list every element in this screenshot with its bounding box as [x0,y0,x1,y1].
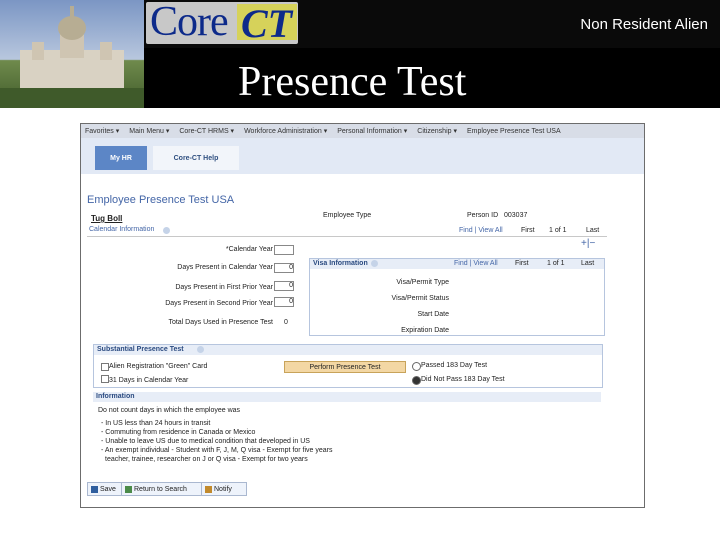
visa-section-label: Visa Information [313,260,368,267]
crumb-workforce[interactable]: Workforce Administration ▾ [240,127,331,135]
crumb-page: Employee Presence Test USA [466,127,561,135]
tab-my-hr[interactable]: My HR [95,146,147,170]
screenshot-panel: Favorites ▾ Main Menu ▾ Core-CT HRMS ▾ W… [80,123,645,508]
save-label: Save [100,485,116,493]
visa-type-label: Visa/Permit Type [396,279,449,286]
capitol-image [0,0,144,108]
start-date-label: Start Date [417,311,449,318]
total-days-value: 0 [284,319,288,326]
days-first-prior-label: Days Present in First Prior Year [175,284,273,291]
days-second-prior-value: 0 [289,298,293,305]
topic-label: Non Resident Alien [580,16,708,33]
visa-page: 1 of 1 [547,260,565,267]
notify-button[interactable]: Notify [201,482,247,496]
days-calendar-input[interactable]: 0 [274,263,294,273]
return-to-search-button[interactable]: Return to Search [121,482,203,496]
slide-title: Presence Test [238,59,467,105]
visa-section: Visa Information [309,258,605,336]
green-card-label: Alien Registration "Green" Card [109,363,208,370]
notify-label: Notify [214,485,232,493]
save-icon [91,485,98,493]
days31-label: 31 Days in Calendar Year [109,377,189,384]
person-id-value: 003037 [504,212,528,219]
calendar-page: 1 of 1 [549,227,567,234]
add-row-icon[interactable]: +|− [581,238,595,249]
return-icon [125,485,132,493]
days-second-prior-label: Days Present in Second Prior Year [165,300,273,307]
tab-bar: My HR Core-CT Help [81,138,644,174]
substantial-label: Substantial Presence Test [97,346,184,353]
information-label: Information [96,393,135,400]
not-passed-radio[interactable] [412,376,421,385]
visa-first[interactable]: First [515,260,529,267]
notify-icon [205,485,212,493]
crumb-hrms[interactable]: Core-CT HRMS ▾ [175,127,238,135]
calendar-find[interactable]: Find | View All [459,227,503,234]
days-second-prior-input[interactable]: 0 [274,297,294,307]
visa-find[interactable]: Find | View All [454,260,498,267]
save-button[interactable]: Save [87,482,123,496]
tab-core-ct-help[interactable]: Core-CT Help [153,146,239,170]
passed-label: Passed 183 Day Test [421,362,488,369]
substantial-header: Substantial Presence Test [94,345,602,355]
calendar-first[interactable]: First [521,227,535,234]
calendar-section-label: Calendar Information [89,226,155,233]
person-id-label: Person ID [467,212,499,219]
substantial-help-icon[interactable] [197,346,204,353]
crumb-main-menu[interactable]: Main Menu ▾ [125,127,173,135]
calendar-year-label: *Calendar Year [225,246,273,253]
employee-name: Tug Boll [91,214,123,223]
page-title: Employee Presence Test USA [87,194,235,206]
info-line-2: - Commuting from residence in Canada or … [101,429,256,436]
calendar-last[interactable]: Last [586,227,599,234]
employee-type-label: Employee Type [323,212,372,219]
days-first-prior-value: 0 [289,282,293,289]
visa-last[interactable]: Last [581,260,594,267]
help-icon[interactable] [163,227,170,234]
crumb-personal[interactable]: Personal Information ▾ [333,127,411,135]
days-calendar-label: Days Present in Calendar Year [177,264,273,271]
logo-core-text: Core [150,0,229,45]
crumb-favorites[interactable]: Favorites ▾ [81,127,123,135]
perform-test-button[interactable]: Perform Presence Test [284,361,406,373]
info-line-1: - In US less than 24 hours in transit [101,420,211,427]
information-intro: Do not count days in which the employee … [98,407,241,414]
logo-ct-box: CT [237,1,297,46]
days-calendar-value: 0 [289,264,293,271]
info-line-3: - Unable to leave US due to medical cond… [101,438,310,445]
return-label: Return to Search [134,485,187,493]
calendar-rule [87,236,607,237]
expiration-date-label: Expiration Date [401,327,449,334]
info-line-4: - An exempt individual - Student with F,… [101,447,333,454]
total-days-label: Total Days Used in Presence Test [168,319,273,326]
calendar-year-input[interactable] [274,245,294,255]
days-first-prior-input[interactable]: 0 [274,281,294,291]
days31-checkbox[interactable] [101,375,109,383]
breadcrumb: Favorites ▾ Main Menu ▾ Core-CT HRMS ▾ W… [81,124,644,138]
not-passed-label: Did Not Pass 183 Day Test [421,376,505,383]
green-card-checkbox[interactable] [101,363,109,371]
visa-help-icon[interactable] [371,260,378,267]
logo-ct-text: CT [241,1,293,46]
information-header: Information [93,392,601,402]
visa-status-label: Visa/Permit Status [391,295,449,302]
info-line-5: teacher, trainee, researcher on J or Q v… [105,456,308,463]
passed-radio[interactable] [412,362,421,371]
crumb-citizenship[interactable]: Citizenship ▾ [413,127,461,135]
